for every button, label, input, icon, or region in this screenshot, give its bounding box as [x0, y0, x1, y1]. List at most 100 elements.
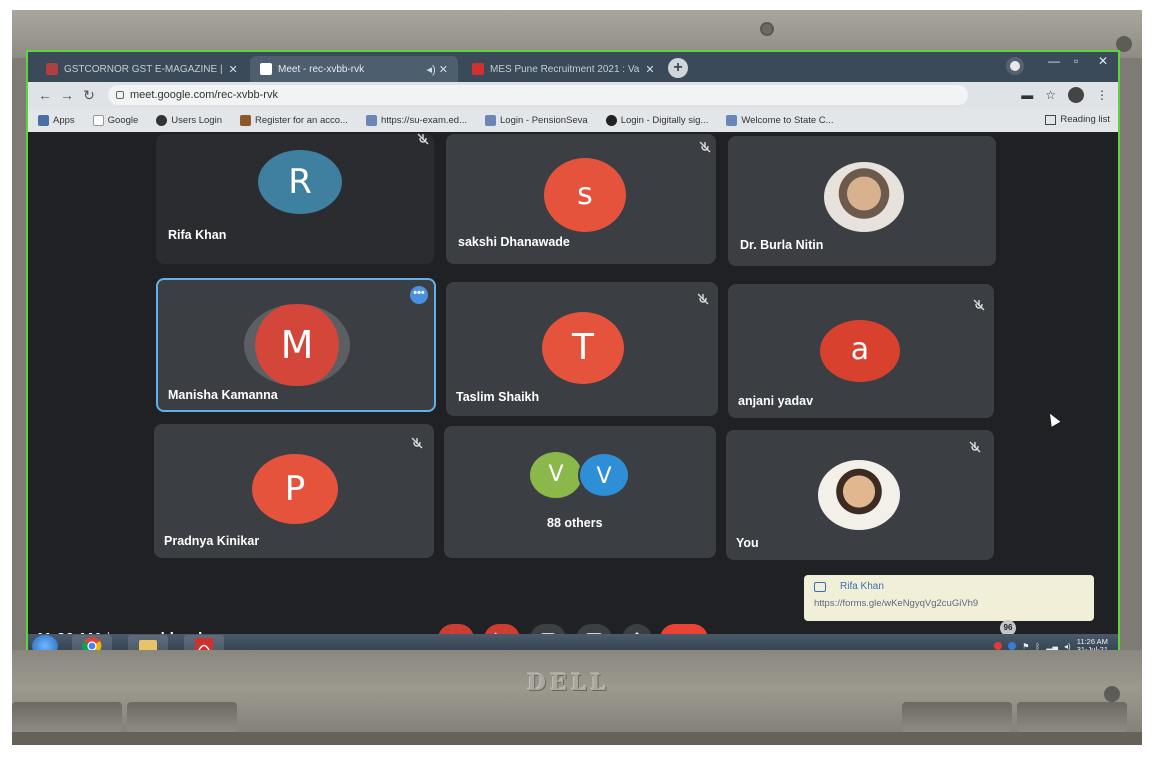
bookmarks-bar: Apps Google Users Login Register for an …	[28, 108, 1118, 132]
participant-photo	[824, 162, 904, 232]
webcam-icon	[760, 22, 774, 36]
participant-tile[interactable]: s sakshi Dhanawade	[446, 134, 716, 264]
back-icon[interactable]: ←	[34, 87, 56, 103]
tray-app-icon[interactable]	[1008, 642, 1017, 650]
globe-icon	[605, 114, 617, 126]
reading-list-label: Reading list	[1060, 114, 1110, 125]
mic-off-icon	[699, 141, 711, 153]
bookmark-register[interactable]: Register for an acco...	[240, 114, 348, 126]
bookmark-digitally-signed[interactable]: Login - Digitally sig...	[605, 114, 709, 126]
close-window-icon[interactable]: ✕	[1098, 54, 1108, 68]
gstcornor-favicon-icon	[46, 63, 58, 75]
participant-name: 88 others	[547, 516, 603, 530]
participant-avatar: a	[820, 320, 900, 382]
star-icon[interactable]: ☆	[1045, 88, 1056, 102]
reload-icon[interactable]: ↻	[78, 87, 100, 104]
mouse-cursor-icon	[1045, 411, 1061, 427]
participant-name: Manisha Kamanna	[168, 388, 278, 402]
browser-tabstrip: GSTCORNOR GST E-MAGAZINE | ✕ Meet - rec-…	[28, 52, 1118, 82]
tray-app-icon[interactable]	[994, 642, 1003, 650]
lock-icon	[116, 91, 124, 99]
page-icon	[726, 114, 738, 126]
google-icon	[92, 114, 104, 126]
new-tab-button[interactable]: +	[668, 58, 688, 78]
participant-avatar: M	[244, 304, 350, 386]
participant-avatar: R	[258, 150, 342, 214]
chat-notification[interactable]: Rifa Khan https://forms.gle/wKeNgyqVg2cu…	[804, 575, 1094, 621]
bookmark-label: Login - PensionSeva	[500, 114, 588, 126]
extension-icon[interactable]: ▬	[1021, 88, 1033, 102]
participant-avatar: s	[544, 158, 626, 232]
participant-name: anjani yadav	[738, 394, 814, 408]
participant-avatar: P	[252, 454, 338, 524]
bookmark-label: Apps	[53, 114, 75, 126]
close-tab-icon[interactable]: ✕	[229, 63, 238, 76]
participant-tile[interactable]: R Rifa Khan	[156, 133, 434, 264]
participant-name: Dr. Burla Nitin	[740, 238, 824, 252]
chat-icon	[814, 581, 826, 592]
participant-name: You	[736, 536, 759, 550]
url-field[interactable]: meet.google.com/rec-xvbb-rvk	[108, 85, 968, 105]
page-icon	[485, 114, 497, 126]
address-bar-actions: ▬ ☆ ⋮	[1021, 87, 1108, 103]
participant-name: sakshi Dhanawade	[458, 235, 570, 249]
bookmark-label: Google	[107, 114, 139, 126]
minimize-icon[interactable]: —	[1048, 54, 1060, 68]
tab-mes-pune[interactable]: MES Pune Recruitment 2021 : Va ✕	[462, 56, 662, 82]
tab-meet[interactable]: Meet - rec-xvbb-rvk ◂) ✕	[250, 56, 458, 82]
close-tab-icon[interactable]: ◂) ✕	[427, 63, 448, 76]
mic-off-icon	[697, 293, 709, 305]
users-login-icon	[156, 114, 168, 126]
participant-avatar: V	[578, 452, 630, 498]
tab-title: GSTCORNOR GST E-MAGAZINE |	[64, 63, 223, 75]
participant-name: Pradnya Kinikar	[164, 534, 260, 548]
close-tab-icon[interactable]: ✕	[645, 63, 654, 76]
bookmark-pensionseva[interactable]: Login - PensionSeva	[485, 114, 588, 126]
laptop-hinge	[12, 702, 122, 732]
participant-tile[interactable]: a anjani yadav	[728, 284, 994, 418]
mes-favicon-icon	[472, 63, 484, 75]
bookmark-apps[interactable]: Apps	[38, 114, 75, 126]
participant-avatar: T	[542, 312, 624, 384]
meet-stage: R Rifa Khan s sakshi Dhanawade Dr. Burla…	[28, 132, 1118, 654]
account-avatar[interactable]	[1068, 87, 1084, 103]
register-icon	[240, 114, 251, 126]
laptop-hinge	[902, 702, 1012, 732]
bookmark-label: Login - Digitally sig...	[620, 114, 709, 126]
participant-tile-active[interactable]: M ••• Manisha Kamanna	[156, 278, 436, 412]
bookmark-state-c[interactable]: Welcome to State C...	[726, 114, 834, 126]
laptop-hinge	[1017, 702, 1127, 732]
bookmark-users-login[interactable]: Users Login	[156, 114, 222, 126]
reading-list-icon	[1045, 114, 1057, 125]
participant-tile[interactable]: Dr. Burla Nitin	[728, 136, 996, 266]
tab-title: MES Pune Recruitment 2021 : Va	[490, 63, 640, 75]
laptop-brand-logo: DELL	[527, 670, 610, 696]
profile-icon[interactable]	[1006, 57, 1024, 75]
mic-off-icon	[417, 133, 429, 145]
photo-frame: GSTCORNOR GST E-MAGAZINE | ✕ Meet - rec-…	[12, 10, 1142, 745]
maximize-icon[interactable]: ▫	[1074, 54, 1078, 68]
menu-icon[interactable]: ⋮	[1096, 88, 1108, 102]
participant-tile[interactable]: T Taslim Shaikh	[446, 282, 718, 416]
participant-tile-self[interactable]: You	[726, 430, 994, 560]
bookmark-su-exam[interactable]: https://su-exam.ed...	[365, 114, 468, 126]
chat-sender: Rifa Khan	[840, 581, 884, 592]
page-icon	[365, 114, 377, 126]
chat-message[interactable]: https://forms.gle/wKeNgyqVg2cuGiVh9	[814, 598, 1084, 609]
participant-name: Taslim Shaikh	[456, 390, 540, 404]
apps-grid-icon	[38, 114, 49, 126]
bookmark-google[interactable]: Google	[92, 114, 139, 126]
bookmark-label: https://su-exam.ed...	[380, 114, 468, 126]
tab-gstcornor[interactable]: GSTCORNOR GST E-MAGAZINE | ✕	[36, 56, 246, 82]
mic-off-icon	[411, 437, 423, 449]
laptop-hinge	[127, 702, 237, 732]
url-text: meet.google.com/rec-xvbb-rvk	[130, 89, 278, 101]
mic-off-icon	[973, 299, 985, 311]
more-options-button[interactable]: •••	[410, 286, 428, 304]
bookmark-label: Users Login	[171, 114, 222, 126]
forward-icon[interactable]: →	[56, 87, 78, 103]
reading-list-button[interactable]: Reading list	[1045, 114, 1110, 125]
tab-title: Meet - rec-xvbb-rvk	[278, 63, 365, 75]
participant-tile-others[interactable]: V V 88 others	[444, 426, 716, 558]
participant-tile[interactable]: P Pradnya Kinikar	[154, 424, 434, 558]
